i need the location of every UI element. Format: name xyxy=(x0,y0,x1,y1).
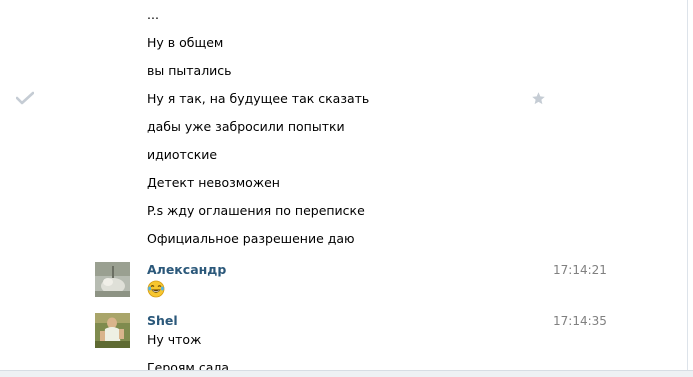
message-line: ... xyxy=(147,7,159,22)
message-line: Детект невозможен xyxy=(147,175,280,190)
message-line: дабы уже забросили попытки xyxy=(147,119,345,134)
message-line: Ну я так, на будущее так сказать xyxy=(147,91,370,106)
message-time[interactable]: 17:14:35 xyxy=(553,313,607,329)
author-name[interactable]: Shel xyxy=(147,313,178,329)
star-icon[interactable] xyxy=(531,91,546,106)
message-line: Ну в общем xyxy=(147,35,224,50)
avatar[interactable] xyxy=(95,313,130,348)
message-line: P.s жду оглашения по переписке xyxy=(147,203,365,218)
author-name[interactable]: Александр xyxy=(147,262,226,278)
message-line: идиотские xyxy=(147,147,218,162)
avatar[interactable] xyxy=(95,262,130,297)
check-icon[interactable] xyxy=(16,91,34,105)
message-line: вы пытались xyxy=(147,63,232,78)
message-line: Официальное разрешение даю xyxy=(147,231,355,246)
message-line: Ну чтож xyxy=(147,332,202,347)
message-time[interactable]: 17:14:21 xyxy=(553,262,607,278)
laughing-tears-emoji-icon xyxy=(147,280,165,298)
scroll-edge xyxy=(0,370,693,377)
conversation-panel: ... Ну в общем вы пытались Ну я так, на … xyxy=(0,0,688,375)
